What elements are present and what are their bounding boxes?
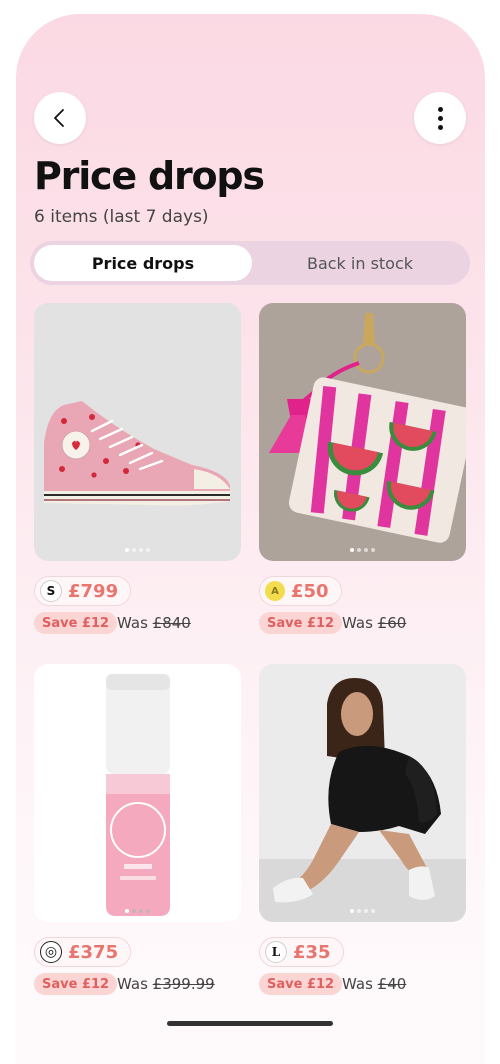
save-badge: Save £12 <box>34 612 118 634</box>
original-price: £60 <box>377 614 407 632</box>
tab-price-drops[interactable]: Price drops <box>34 245 252 281</box>
current-price: £50 <box>291 580 329 602</box>
pink-perfume-mist-image[interactable] <box>34 664 241 922</box>
save-badge: Save £12 <box>259 973 343 995</box>
image-pager-dots[interactable] <box>259 548 466 552</box>
original-price: £840 <box>152 614 191 632</box>
was-price: Was £40 <box>342 975 406 993</box>
price-pill: A £50 <box>259 576 342 606</box>
store-logo-yellow: A <box>265 581 285 601</box>
black-hoodie-model-image[interactable] <box>259 664 466 922</box>
back-button[interactable] <box>34 92 86 144</box>
original-price: £399.99 <box>152 975 215 993</box>
was-price: Was £399.99 <box>117 975 215 993</box>
app-screen: Price drops 6 items (last 7 days) Price … <box>16 14 485 1064</box>
store-logo-target: ◎ <box>40 941 62 963</box>
segmented-control: Price drops Back in stock <box>30 241 470 285</box>
was-price: Was £60 <box>342 614 406 632</box>
current-price: £375 <box>68 941 119 963</box>
image-pager-dots[interactable] <box>259 909 466 913</box>
was-label: Was <box>342 614 373 632</box>
price-pill: ◎ £375 <box>34 937 132 967</box>
image-pager-dots[interactable] <box>34 909 241 913</box>
original-price: £40 <box>377 975 407 993</box>
store-logo-s: S <box>40 580 62 602</box>
price-pill: S £799 <box>34 576 132 606</box>
home-indicator[interactable] <box>167 1021 333 1026</box>
current-price: £35 <box>293 941 331 963</box>
page-title: Price drops <box>34 154 265 198</box>
watermelon-beaded-pouch-image[interactable] <box>259 303 466 561</box>
was-price: Was £840 <box>117 614 191 632</box>
current-price: £799 <box>68 580 119 602</box>
pink-hi-top-sneaker-image[interactable] <box>34 303 241 561</box>
was-label: Was <box>117 614 148 632</box>
save-badge: Save £12 <box>259 612 343 634</box>
price-pill: L £35 <box>259 937 344 967</box>
was-label: Was <box>117 975 148 993</box>
chevron-left-icon <box>54 109 64 127</box>
store-logo-l: L <box>265 941 287 963</box>
item-count-subtitle: 6 items (last 7 days) <box>34 207 209 227</box>
save-badge: Save £12 <box>34 973 118 995</box>
tab-back-in-stock[interactable]: Back in stock <box>254 245 466 281</box>
more-vertical-icon <box>437 106 443 130</box>
more-options-button[interactable] <box>414 92 466 144</box>
image-pager-dots[interactable] <box>34 548 241 552</box>
was-label: Was <box>342 975 373 993</box>
